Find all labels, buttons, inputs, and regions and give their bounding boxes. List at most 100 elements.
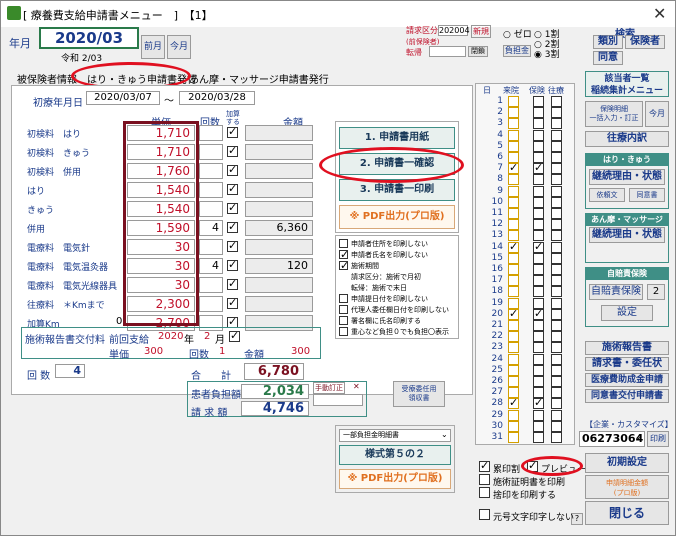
day-visit-checkbox[interactable]: [508, 264, 519, 275]
row-times-field[interactable]: 4: [199, 258, 223, 274]
medical-apply-button[interactable]: 医療費助成金申請: [585, 373, 669, 387]
total-field[interactable]: 6,780: [244, 363, 304, 380]
row-times-field[interactable]: [199, 182, 223, 198]
company-chevron-icon[interactable]: ⌄: [635, 432, 642, 441]
format-select[interactable]: 一部負担金明細書: [339, 429, 451, 442]
print-option-checkbox[interactable]: [339, 259, 349, 272]
day-insurance-checkbox[interactable]: [533, 240, 544, 253]
day-insurance-checkbox[interactable]: [533, 252, 544, 264]
day-house-call-checkbox[interactable]: [551, 353, 562, 365]
day-visit-checkbox[interactable]: [508, 140, 519, 152]
day-house-call-checkbox[interactable]: [551, 118, 562, 130]
day-house-call-checkbox[interactable]: [551, 241, 562, 253]
day-visit-checkbox[interactable]: [508, 286, 519, 298]
print-option-checkbox[interactable]: [339, 316, 348, 325]
day-insurance-checkbox[interactable]: [533, 331, 544, 343]
count-field[interactable]: 4: [55, 364, 85, 378]
prev-month-button[interactable]: 前月: [141, 35, 165, 59]
report-checkbox[interactable]: [229, 329, 240, 342]
day-house-call-checkbox[interactable]: [551, 129, 562, 141]
row-add-checkbox[interactable]: [227, 220, 238, 233]
stamp-print-checkbox[interactable]: [479, 487, 490, 498]
day-house-call-checkbox[interactable]: [551, 420, 562, 432]
same-button[interactable]: 同意: [593, 51, 623, 65]
day-visit-checkbox[interactable]: [508, 107, 519, 119]
tab-insured-info[interactable]: 被保険者情報: [17, 71, 77, 86]
insurer-button[interactable]: 保険者: [625, 35, 665, 49]
self-pay-num[interactable]: 2: [647, 284, 665, 300]
consent-doc-button[interactable]: 同意書: [629, 188, 665, 202]
day-house-call-checkbox[interactable]: [551, 398, 562, 410]
day-visit-checkbox[interactable]: [508, 342, 519, 354]
day-house-call-checkbox[interactable]: [551, 275, 562, 287]
original-text-checkbox[interactable]: [479, 509, 490, 520]
day-house-call-checkbox[interactable]: [551, 219, 562, 231]
print-button[interactable]: 印刷: [647, 431, 669, 447]
day-house-call-checkbox[interactable]: [551, 196, 562, 208]
day-visit-checkbox[interactable]: [508, 129, 519, 141]
day-insurance-checkbox[interactable]: [533, 376, 544, 387]
stamp-checkbox[interactable]: [479, 459, 490, 472]
day-insurance-checkbox[interactable]: [533, 409, 544, 421]
chevron-down-icon[interactable]: ⌄: [441, 430, 448, 439]
day-house-call-checkbox[interactable]: [551, 140, 562, 152]
day-house-call-checkbox[interactable]: [551, 107, 562, 119]
day-insurance-checkbox[interactable]: [533, 107, 544, 119]
transfer-field[interactable]: [429, 46, 466, 57]
day-visit-checkbox[interactable]: [508, 420, 519, 432]
day-insurance-checkbox[interactable]: [533, 208, 544, 219]
this-month-button[interactable]: 今月: [167, 35, 191, 59]
day-house-call-checkbox[interactable]: [551, 387, 562, 399]
form-5-2-button[interactable]: 様式第５の２: [339, 445, 451, 465]
settings-button[interactable]: 設定: [601, 305, 653, 321]
day-insurance-checkbox[interactable]: [533, 118, 544, 130]
day-house-call-checkbox[interactable]: [551, 331, 562, 343]
row-add-checkbox[interactable]: [227, 163, 238, 176]
day-insurance-checkbox[interactable]: [533, 196, 544, 208]
consent-request-button[interactable]: 依頼文: [589, 188, 625, 202]
day-visit-checkbox[interactable]: [508, 376, 519, 387]
history-button[interactable]: 往療内訳: [585, 131, 669, 147]
day-house-call-checkbox[interactable]: [551, 376, 562, 387]
insurance-detail-button[interactable]: 保険明細 一括入力・訂正: [585, 101, 643, 127]
day-insurance-checkbox[interactable]: [533, 364, 544, 376]
day-visit-checkbox[interactable]: [508, 409, 519, 421]
row-times-field[interactable]: [199, 144, 223, 160]
day-insurance-checkbox[interactable]: [533, 307, 544, 320]
day-visit-checkbox[interactable]: [508, 174, 519, 186]
day-house-call-checkbox[interactable]: [551, 308, 562, 320]
report-button[interactable]: 施術報告書: [585, 341, 669, 355]
applicant-list-button[interactable]: 該当者一覧 稲続集計メニュー: [585, 71, 669, 97]
day-insurance-checkbox[interactable]: [533, 264, 544, 275]
day-house-call-checkbox[interactable]: [551, 174, 562, 186]
row-add-checkbox[interactable]: [227, 182, 238, 195]
row-add-checkbox[interactable]: [227, 258, 238, 271]
day-house-call-checkbox[interactable]: [551, 432, 562, 443]
day-house-call-checkbox[interactable]: [551, 297, 562, 309]
day-house-call-checkbox[interactable]: [551, 409, 562, 421]
day-visit-checkbox[interactable]: [508, 396, 519, 410]
day-visit-checkbox[interactable]: [508, 196, 519, 208]
format-pdf-button[interactable]: ※ PDF出力(プロ版): [339, 469, 451, 489]
day-visit-checkbox[interactable]: [508, 275, 519, 287]
burden-button[interactable]: 負担金: [503, 45, 531, 57]
day-house-call-checkbox[interactable]: [551, 364, 562, 376]
self-pay-button[interactable]: 自賠責保険: [589, 284, 643, 300]
day-house-call-checkbox[interactable]: [551, 152, 562, 163]
day-insurance-checkbox[interactable]: [533, 420, 544, 432]
day-visit-checkbox[interactable]: [508, 320, 519, 331]
day-house-call-checkbox[interactable]: [551, 96, 562, 107]
print-option-checkbox[interactable]: [339, 248, 349, 261]
print-option-checkbox[interactable]: [339, 305, 348, 314]
year-month-field[interactable]: 2020/03: [39, 27, 139, 49]
patient-burden-field[interactable]: 2,034: [241, 384, 309, 399]
row-times-field[interactable]: [199, 125, 223, 141]
row-add-checkbox[interactable]: [227, 277, 238, 290]
close-button[interactable]: 閉じる: [585, 501, 669, 525]
tab-anma[interactable]: あん摩・マッサージ申請書発行: [189, 71, 329, 86]
day-house-call-checkbox[interactable]: [551, 163, 562, 175]
row-times-field[interactable]: [199, 296, 223, 312]
day-house-call-checkbox[interactable]: [551, 230, 562, 242]
day-insurance-checkbox[interactable]: [533, 174, 544, 186]
day-insurance-checkbox[interactable]: [533, 286, 544, 298]
